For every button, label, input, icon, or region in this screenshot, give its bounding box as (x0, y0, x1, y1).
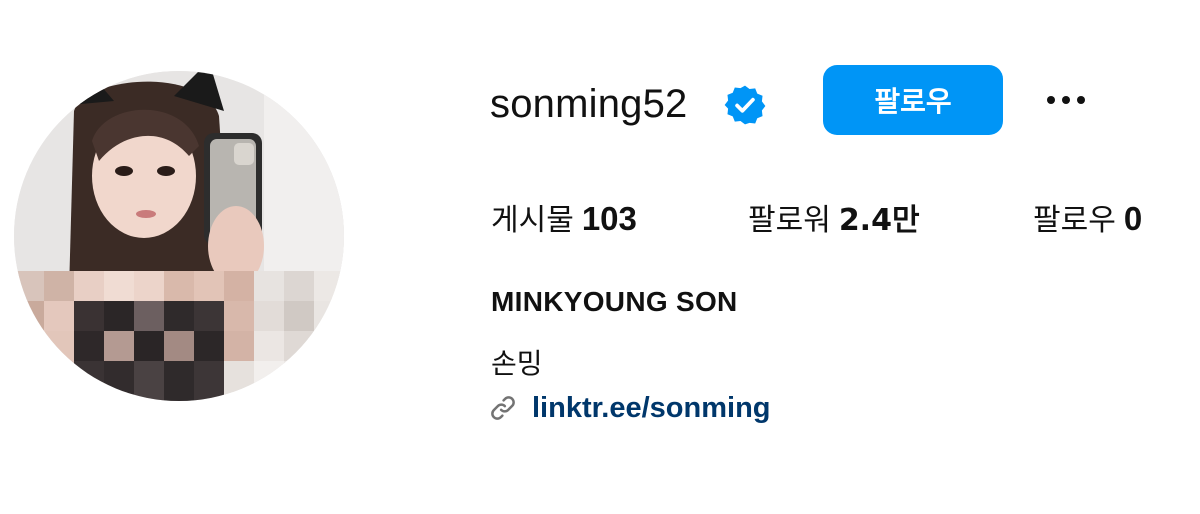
profile-bio: 손밍 (491, 347, 543, 380)
following-label: 팔로우 (1033, 203, 1116, 238)
following-count: 0 (1123, 200, 1143, 237)
follow-button[interactable]: 팔로우 (823, 65, 1003, 135)
stat-posts: 게시물 103 (491, 196, 637, 244)
profile-username: sonming52 (490, 82, 688, 126)
posts-count: 103 (581, 200, 637, 237)
more-horizontal-icon (1047, 96, 1085, 104)
stat-followers[interactable]: 팔로워 2.4만 (748, 196, 920, 244)
profile-link[interactable]: linktr.ee/sonming (488, 388, 771, 428)
more-options-button[interactable] (1035, 80, 1095, 120)
posts-label: 게시물 (491, 203, 574, 238)
avatar-image (14, 71, 344, 401)
followers-count: 2.4만 (838, 203, 920, 238)
verified-badge-icon (724, 85, 766, 125)
profile-full-name: MINKYOUNG SON (491, 286, 738, 317)
link-icon (491, 396, 515, 420)
profile-header: sonming52 팔로우 게시물 103 팔로워 2.4만 팔로우 0 MINKYO… (0, 0, 1200, 514)
profile-link-text[interactable]: linktr.ee/sonming (532, 388, 771, 428)
profile-avatar[interactable] (14, 71, 344, 401)
followers-label: 팔로워 (748, 203, 831, 238)
stat-following[interactable]: 팔로우 0 (1033, 196, 1142, 244)
